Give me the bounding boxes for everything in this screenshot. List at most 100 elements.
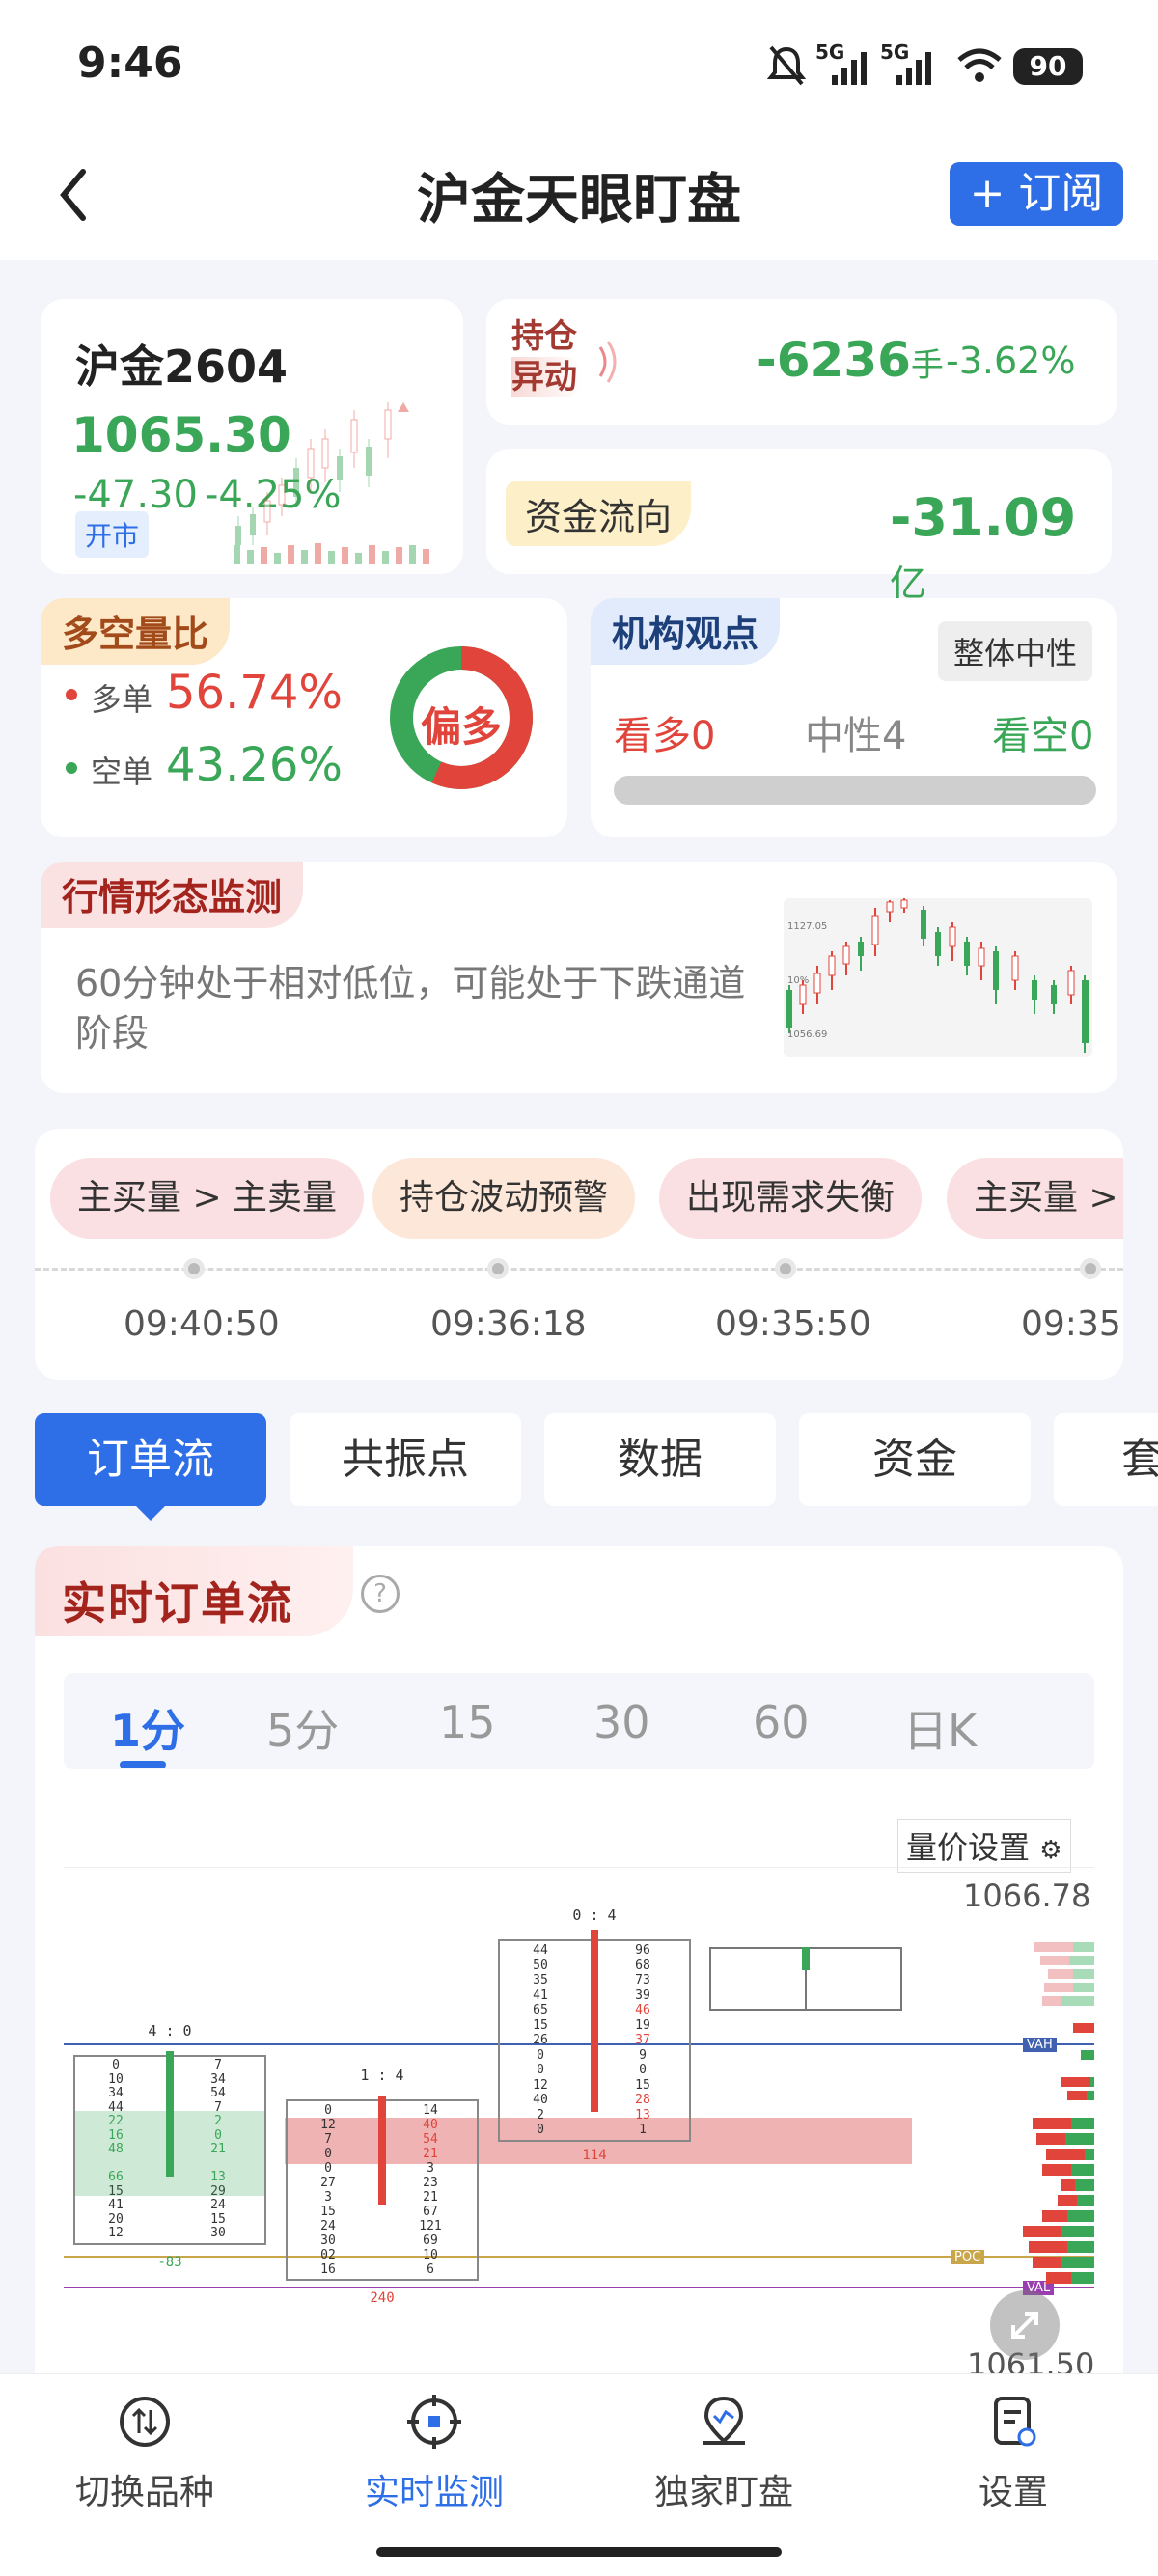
pos-value: -6236 xyxy=(757,332,911,388)
contract-name: 沪金2604 xyxy=(75,332,288,396)
quote-card[interactable]: 沪金2604 1065.30 -47.30 -4.25% 开市 xyxy=(41,299,463,574)
footprint-cell: 02 xyxy=(320,2248,336,2262)
footprint-cell: 10 xyxy=(423,2248,438,2262)
nav-label-3: 设置 xyxy=(978,2473,1048,2512)
short-value: 43.26% xyxy=(166,738,344,792)
period-15m[interactable]: 15 xyxy=(439,1696,496,1748)
institution-tag: 机构观点 xyxy=(591,598,781,665)
footprint-body-1 xyxy=(378,2096,386,2205)
footprint-cell: 15 xyxy=(320,2205,336,2219)
institution-card[interactable]: 机构观点 整体中性 看多0 中性4 看空0 xyxy=(591,598,1117,837)
alert-label-3: 主买量 > 主 xyxy=(974,1178,1123,1218)
alert-timeline[interactable]: 主买量 > 主卖量 持仓波动预警 出现需求失衡 主买量 > 主 09:40:50… xyxy=(35,1129,1123,1380)
position-change-card[interactable]: 持仓 异动 -6236手 -3.62% xyxy=(486,299,1117,425)
alert-time-2: 09:35:50 xyxy=(715,1304,871,1344)
period-60m[interactable]: 60 xyxy=(753,1696,810,1748)
neutral-count: 中性4 xyxy=(805,714,907,758)
footprint-cell: 40 xyxy=(423,2118,438,2132)
contract-prefix: 沪金 xyxy=(75,341,164,393)
footprint-cell: 0 xyxy=(639,2063,647,2077)
subscribe-button[interactable]: + 订阅 xyxy=(950,162,1123,226)
switch-icon xyxy=(120,2397,170,2447)
footprint-cell: 54 xyxy=(210,2086,226,2100)
footprint-cell: 34 xyxy=(108,2086,124,2100)
footprint-cell: 24 xyxy=(320,2219,336,2233)
tab-funds[interactable]: 资金 xyxy=(799,1413,1031,1506)
footprint-cell: 65 xyxy=(533,2003,548,2017)
tab-resonance[interactable]: 共振点 xyxy=(290,1413,521,1506)
nav-label-2: 独家盯盘 xyxy=(653,2473,793,2512)
alert-pill-3[interactable]: 主买量 > 主 xyxy=(947,1158,1123,1239)
signal2-icon xyxy=(896,52,931,85)
bull-count: 看多0 xyxy=(614,714,716,758)
footprint-cell: 0 xyxy=(324,2161,332,2176)
home-indicator xyxy=(376,2547,782,2557)
mini-kline-icon xyxy=(234,402,429,564)
help-icon[interactable]: ? xyxy=(361,1575,400,1613)
footprint-cell: 121 xyxy=(419,2219,442,2233)
bear-count: 看空0 xyxy=(992,714,1094,758)
nav-settings[interactable]: 设置 xyxy=(917,2393,1110,2514)
footprint-cell: 26 xyxy=(533,2033,548,2047)
short-dot xyxy=(66,762,77,774)
alert-pill-0[interactable]: 主买量 > 主卖量 xyxy=(50,1158,365,1239)
footprint-cell: 21 xyxy=(423,2190,438,2205)
footprint-cell: 1 xyxy=(639,2123,647,2137)
period-30m[interactable]: 30 xyxy=(593,1696,650,1748)
footprint-cell: 30 xyxy=(320,2233,336,2248)
bias-label: 偏多 xyxy=(420,703,502,751)
tab-orderflow[interactable]: 订单流 xyxy=(35,1413,266,1506)
footprint-cell: 10 xyxy=(108,2071,124,2087)
footprint-cell: 41 xyxy=(533,1987,548,2003)
footprint-cell: 68 xyxy=(635,1958,650,1973)
position-change-value: -6236手 xyxy=(757,332,944,388)
alert-pill-1[interactable]: 持仓波动预警 xyxy=(372,1158,636,1239)
opinion-bar xyxy=(614,776,1096,805)
footprint-cell: 0 xyxy=(537,2123,544,2137)
footprint-head-1: 1 : 4 xyxy=(360,2067,404,2084)
status-time: 9:46 xyxy=(77,39,183,88)
battery-indicator: 90 xyxy=(1013,48,1083,85)
nav-exclusive-watch[interactable]: 独家盯盘 xyxy=(627,2393,820,2514)
footprint-cell: 15 xyxy=(635,2077,650,2093)
footprint-cell: 16 xyxy=(320,2262,336,2277)
footprint-cell: 21 xyxy=(423,2147,438,2161)
footprint-cell: 0 xyxy=(537,2047,544,2063)
long-short-card[interactable]: 多空量比 多单 56.74% 空单 43.26% 偏多 xyxy=(41,598,567,837)
pattern-tag: 行情形态监测 xyxy=(41,862,304,928)
tag-line2: 异动 xyxy=(511,357,583,397)
period-5m[interactable]: 5分 xyxy=(266,1696,339,1760)
footprint-head-2: 0 : 4 xyxy=(572,1906,617,1924)
footprint-cell: 39 xyxy=(635,1987,650,2003)
signal1-icon xyxy=(832,52,867,85)
footprint-cell: 37 xyxy=(635,2033,650,2047)
alert-time-1: 09:36:18 xyxy=(430,1304,587,1344)
position-change-tag: 持仓 异动 xyxy=(511,316,583,397)
poc-tag: POC xyxy=(951,2250,985,2264)
footprint-cell: 7 xyxy=(324,2132,332,2147)
settings-gear-icon: ⚙ xyxy=(1039,1836,1062,1865)
footprint-cell: 12 xyxy=(108,2226,124,2240)
price-settings-button[interactable]: 量价设置 ⚙ xyxy=(897,1819,1071,1873)
nav-live-monitor[interactable]: 实时监测 xyxy=(338,2393,531,2514)
footprint-cell: 19 xyxy=(635,2017,650,2033)
alert-pill-2[interactable]: 出现需求失衡 xyxy=(659,1158,923,1239)
tab-active-pointer xyxy=(133,1503,168,1521)
expand-icon xyxy=(1011,2312,1038,2339)
footprint-cell: 23 xyxy=(423,2176,438,2190)
footprint-cell: 30 xyxy=(210,2226,226,2240)
long-value: 56.74% xyxy=(166,666,344,720)
tab-data[interactable]: 数据 xyxy=(544,1413,776,1506)
position-change-pct: -3.62% xyxy=(946,340,1076,382)
period-daily[interactable]: 日K xyxy=(903,1696,977,1760)
pattern-monitor-card[interactable]: 行情形态监测 60分钟处于相对低位，可能处于下跌通道阶段 1127.05 10%… xyxy=(41,862,1117,1093)
nav-switch-symbol[interactable]: 切换品种 xyxy=(48,2393,241,2514)
expand-button[interactable] xyxy=(990,2290,1060,2360)
market-status-badge: 开市 xyxy=(75,511,150,558)
tab-more[interactable]: 套 xyxy=(1054,1413,1158,1506)
period-1m[interactable]: 1分 xyxy=(110,1696,185,1760)
header-bar: 沪金天眼盯盘 + 订阅 xyxy=(0,145,1158,260)
tag-line1: 持仓 xyxy=(511,317,577,356)
wifi-icon xyxy=(957,48,1002,82)
fund-flow-card[interactable]: 资金流向 -31.09亿 xyxy=(486,449,1112,605)
